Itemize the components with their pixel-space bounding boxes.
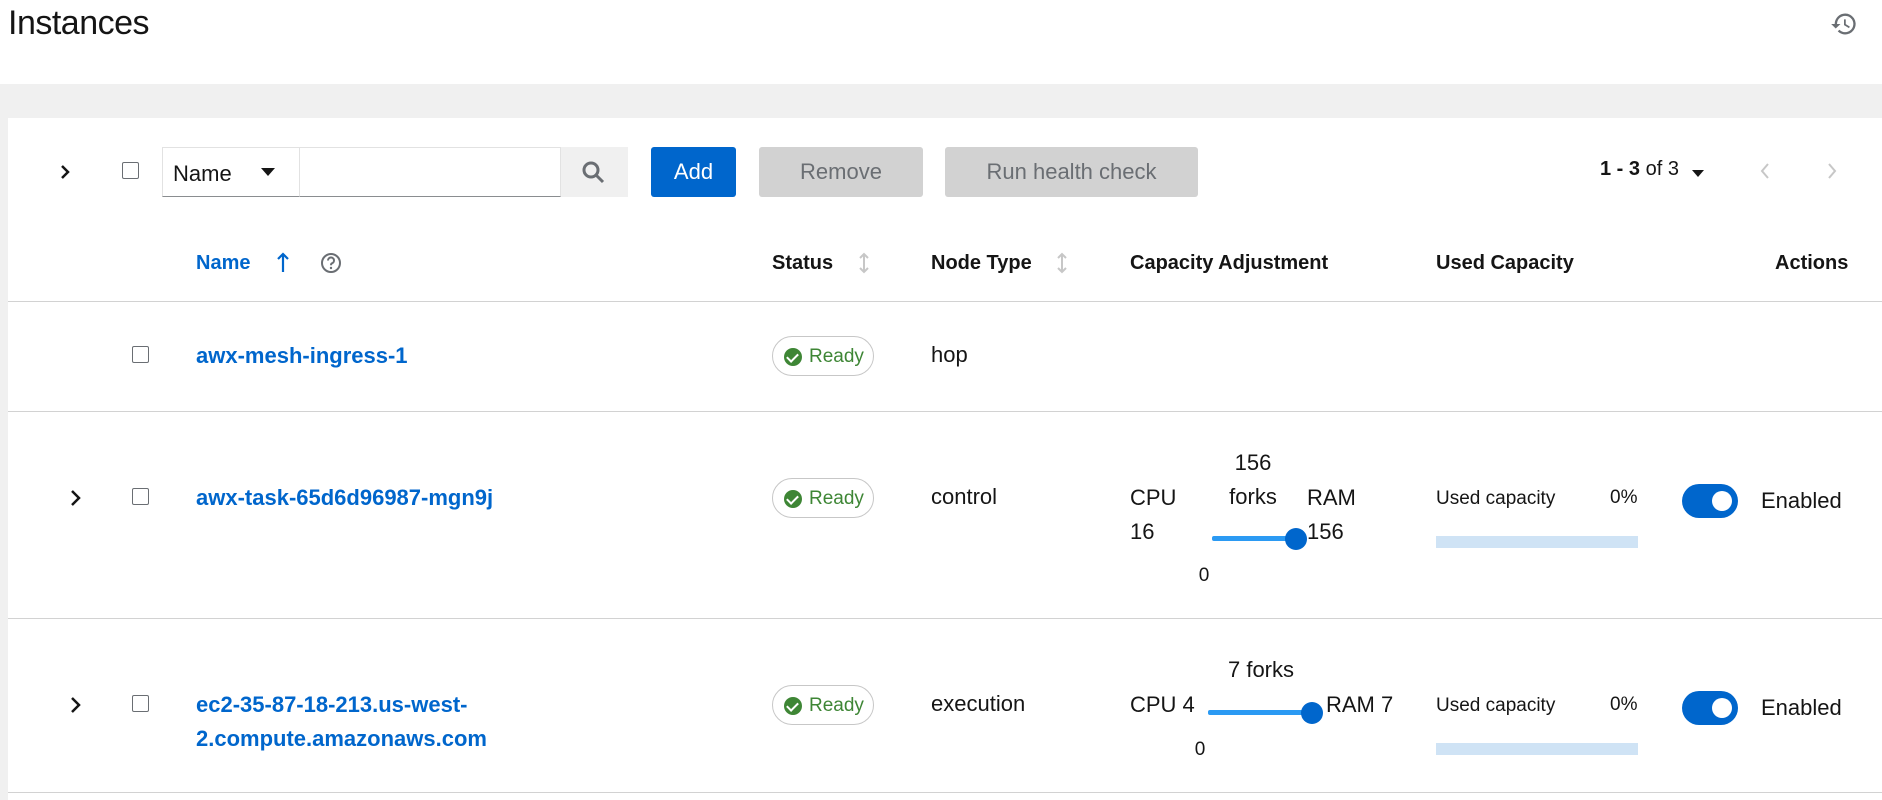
status-badge: Ready — [772, 336, 874, 376]
sort-icon[interactable] — [858, 252, 870, 274]
cpu-value: 16 — [1130, 519, 1155, 544]
used-capacity-percent: 0% — [1610, 487, 1638, 508]
cpu-label: CPU — [1130, 485, 1177, 510]
search-icon — [582, 161, 605, 184]
enabled-toggle[interactable] — [1682, 484, 1738, 518]
table-divider — [8, 301, 1882, 302]
used-capacity-percent: 0% — [1610, 694, 1638, 715]
row-checkbox[interactable] — [132, 695, 149, 712]
used-capacity-bar — [1436, 743, 1638, 755]
help-icon[interactable] — [320, 252, 342, 274]
cpu-label: CPU 4 — [1130, 692, 1195, 717]
add-button[interactable]: Add — [651, 147, 736, 197]
search-input[interactable] — [299, 147, 561, 197]
remove-button[interactable]: Remove — [759, 147, 923, 197]
status-badge: Ready — [772, 478, 874, 518]
table-divider — [8, 411, 1882, 412]
page-left-gutter — [0, 118, 8, 800]
chevron-left-icon[interactable] — [1758, 160, 1772, 182]
enabled-label: Enabled — [1761, 695, 1842, 720]
pagination-total: of 3 — [1645, 158, 1679, 180]
node-type: execution — [931, 691, 1026, 716]
used-capacity-bar — [1436, 536, 1638, 548]
column-header-capacity-adjustment: Capacity Adjustment — [1130, 252, 1329, 274]
filter-attribute-label: Name — [173, 161, 232, 186]
used-capacity-label: Used capacity — [1436, 695, 1556, 716]
node-type: hop — [931, 342, 968, 367]
page-header: Instances — [0, 0, 1882, 84]
sort-ascending-icon[interactable] — [276, 252, 290, 274]
column-header-used-capacity: Used Capacity — [1436, 252, 1574, 274]
check-circle-icon — [784, 697, 802, 715]
status-label: Ready — [809, 488, 864, 509]
sort-icon[interactable] — [1056, 252, 1068, 274]
toggle-knob — [1712, 491, 1732, 511]
slider-min: 0 — [1198, 565, 1210, 586]
ram-label: RAM 7 — [1326, 692, 1394, 717]
table-divider — [8, 792, 1882, 793]
used-capacity-label: Used capacity — [1436, 488, 1556, 509]
check-circle-icon — [784, 490, 802, 508]
chevron-right-icon[interactable] — [1825, 160, 1839, 182]
caret-down-icon — [261, 168, 275, 176]
ram-label: RAM — [1307, 485, 1356, 510]
enabled-label: Enabled — [1761, 488, 1842, 513]
pagination-range: 1 - 3 — [1600, 158, 1641, 180]
chevron-right-icon[interactable] — [68, 487, 84, 509]
caret-down-icon[interactable] — [1692, 170, 1704, 177]
instance-name-link[interactable]: awx-task-65d6d96987-mgn9j — [196, 481, 493, 515]
filter-attribute-select[interactable]: Name — [162, 147, 300, 197]
page-title: Instances — [8, 4, 150, 42]
column-header-actions: Actions — [1775, 252, 1849, 274]
forks-label: 7 forks — [1227, 657, 1295, 682]
instance-name-link-line2[interactable]: 2.compute.amazonaws.com — [196, 722, 487, 756]
column-header-name[interactable]: Name — [196, 252, 250, 275]
row-checkbox[interactable] — [132, 346, 149, 363]
forks-value: 156 — [1234, 450, 1272, 475]
table-divider — [8, 618, 1882, 619]
run-health-check-button[interactable]: Run health check — [945, 147, 1198, 197]
status-badge: Ready — [772, 685, 874, 725]
instance-name-link[interactable]: awx-mesh-ingress-1 — [196, 339, 408, 373]
slider-track[interactable] — [1212, 536, 1296, 541]
row-checkbox[interactable] — [132, 488, 149, 505]
history-icon[interactable] — [1830, 10, 1858, 38]
slider-track[interactable] — [1208, 710, 1312, 715]
search-button[interactable] — [561, 147, 628, 197]
toggle-knob — [1712, 698, 1732, 718]
status-label: Ready — [809, 346, 864, 367]
pagination-summary[interactable]: 1 - 3 of 3 — [1600, 158, 1679, 181]
check-circle-icon — [784, 348, 802, 366]
slider-min: 0 — [1194, 739, 1206, 760]
chevron-right-icon[interactable] — [68, 694, 84, 716]
slider-thumb[interactable] — [1285, 528, 1307, 550]
enabled-toggle[interactable] — [1682, 691, 1738, 725]
status-label: Ready — [809, 695, 864, 716]
forks-label: forks — [1229, 484, 1277, 509]
node-type: control — [931, 484, 998, 509]
expand-all-icon[interactable] — [56, 160, 74, 184]
instance-name-link-line1[interactable]: ec2-35-87-18-213.us-west- — [196, 688, 467, 722]
slider-thumb[interactable] — [1301, 702, 1323, 724]
select-all-checkbox[interactable] — [122, 162, 139, 179]
page-section-separator — [0, 84, 1882, 118]
ram-value: 156 — [1307, 519, 1344, 544]
column-header-node-type[interactable]: Node Type — [931, 252, 1032, 275]
column-header-status[interactable]: Status — [772, 252, 833, 275]
